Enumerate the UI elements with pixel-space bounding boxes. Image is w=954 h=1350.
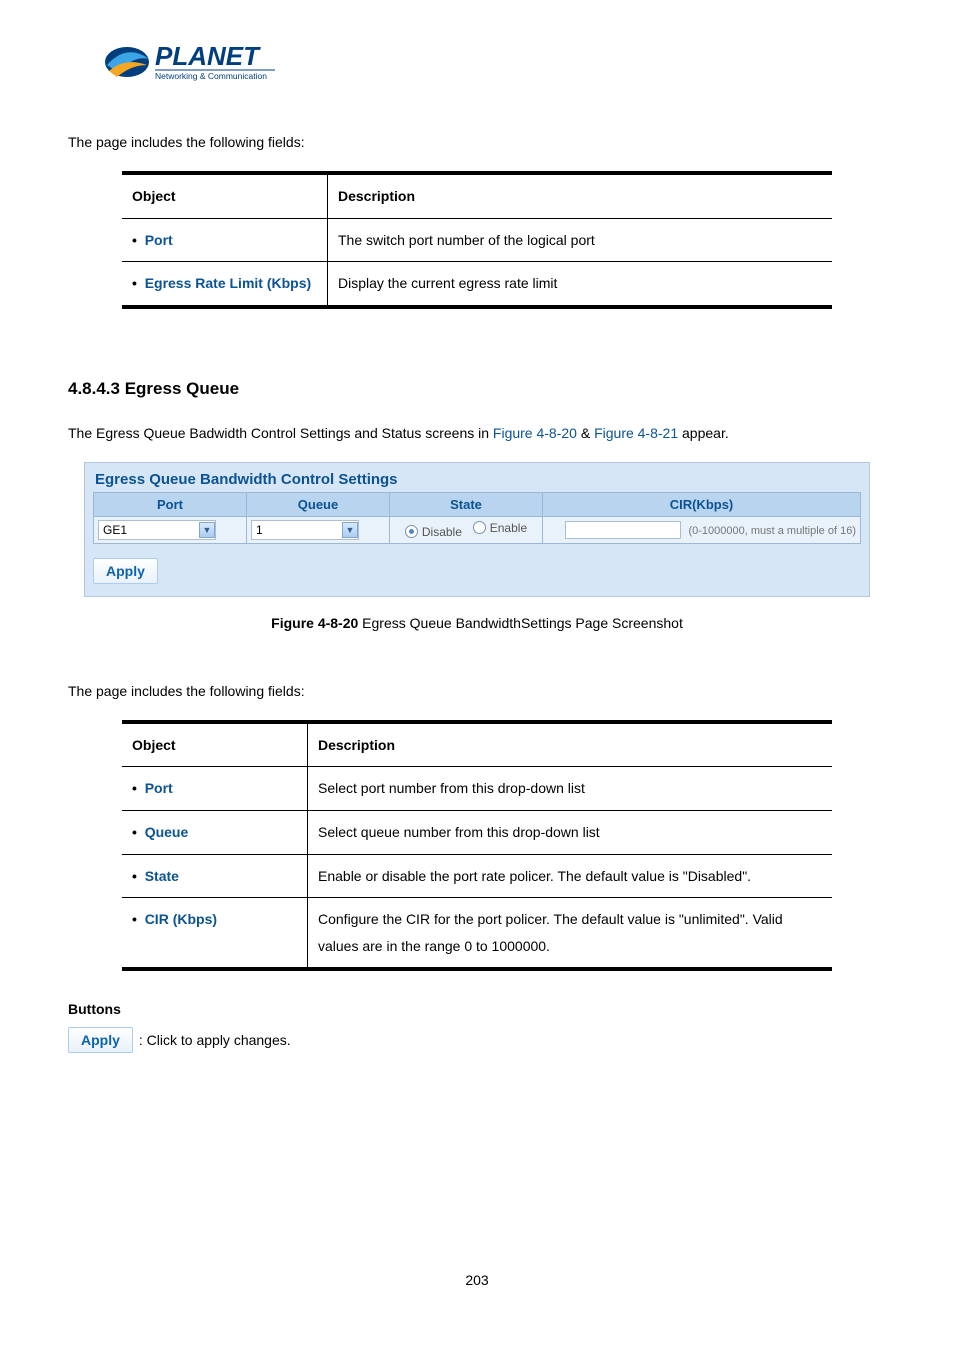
col-queue: Queue xyxy=(247,492,390,516)
queue-select[interactable]: 1 ▼ xyxy=(251,520,359,540)
section-intro: The Egress Queue Badwidth Control Settin… xyxy=(68,423,886,444)
page-number: 203 xyxy=(0,1272,954,1288)
table-header: Object xyxy=(122,722,308,767)
col-state: State xyxy=(390,492,543,516)
table-header: Object xyxy=(122,173,328,218)
table-header: Description xyxy=(308,722,833,767)
table-row: • Port Select port number from this drop… xyxy=(122,767,832,811)
table-row: • Port The switch port number of the log… xyxy=(122,218,832,262)
apply-description: : Click to apply changes. xyxy=(139,1032,291,1048)
intro-text-1: The page includes the following fields: xyxy=(68,132,886,153)
cir-input[interactable] xyxy=(565,521,681,539)
state-enable-radio[interactable]: Enable xyxy=(473,521,527,535)
table-header: Description xyxy=(328,173,833,218)
table-row: • State Enable or disable the port rate … xyxy=(122,854,832,898)
apply-button-example[interactable]: Apply xyxy=(68,1027,133,1053)
table-row: • CIR (Kbps) Configure the CIR for the p… xyxy=(122,898,832,970)
col-port: Port xyxy=(94,492,247,516)
svg-text:PLANET: PLANET xyxy=(155,41,261,71)
fields-table-1: Object Description • Port The switch por… xyxy=(122,171,832,309)
table-row: • Egress Rate Limit (Kbps) Display the c… xyxy=(122,262,832,307)
settings-screenshot: Egress Queue Bandwidth Control Settings … xyxy=(84,462,870,597)
port-select[interactable]: GE1 ▼ xyxy=(98,520,216,540)
state-disable-radio[interactable]: Disable xyxy=(405,525,462,539)
figure-caption: Figure 4-8-20 Egress Queue BandwidthSett… xyxy=(68,615,886,631)
fields-table-2: Object Description • Port Select port nu… xyxy=(122,720,832,972)
figure-link[interactable]: Figure 4-8-20 xyxy=(493,425,577,441)
table-row: • Queue Select queue number from this dr… xyxy=(122,810,832,854)
screenshot-title: Egress Queue Bandwidth Control Settings xyxy=(95,471,861,488)
col-cir: CIR(Kbps) xyxy=(543,492,861,516)
chevron-down-icon: ▼ xyxy=(199,522,215,538)
apply-button[interactable]: Apply xyxy=(93,558,158,584)
svg-text:Networking & Communication: Networking & Communication xyxy=(155,71,267,81)
planet-logo: PLANET Networking & Communication xyxy=(103,35,886,92)
chevron-down-icon: ▼ xyxy=(342,522,358,538)
buttons-heading: Buttons xyxy=(68,1001,886,1017)
section-heading: 4.8.4.3 Egress Queue xyxy=(68,379,886,399)
cir-hint: (0-1000000, must a multiple of 16) xyxy=(688,525,856,537)
intro-text-2: The page includes the following fields: xyxy=(68,681,886,702)
figure-link[interactable]: Figure 4-8-21 xyxy=(594,425,678,441)
